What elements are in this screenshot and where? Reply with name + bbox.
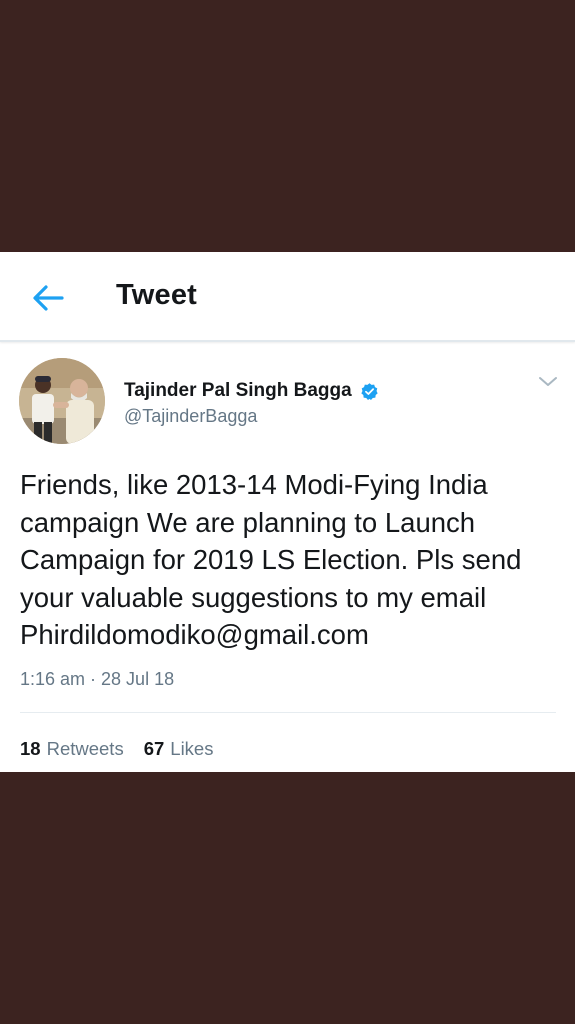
author-handle[interactable]: @TajinderBagga — [124, 406, 257, 427]
likes-stat[interactable]: 67 Likes — [144, 738, 214, 760]
page-title: Tweet — [116, 279, 198, 311]
likes-count: 67 — [143, 738, 165, 759]
avatar[interactable] — [19, 358, 105, 444]
verified-badge-icon — [361, 382, 378, 400]
arrow-left-icon — [33, 285, 64, 311]
tweet-detail-card: Tweet Tajinder Pal Singh Bagga @Tajinder… — [0, 252, 575, 772]
tweet-stats: 18 Retweets 67 Likes — [20, 738, 233, 760]
author-row: Tajinder Pal Singh Bagga — [124, 378, 379, 404]
author-name[interactable]: Tajinder Pal Singh Bagga — [124, 380, 352, 402]
tweet-timestamp: 1:16 am · 28 Jul 18 — [20, 669, 175, 689]
back-button[interactable] — [30, 282, 66, 314]
profile-photo-icon — [19, 358, 105, 444]
likes-label: Likes — [170, 738, 214, 759]
tweet-text: Friends, like 2013-14 Modi-Fying India c… — [20, 469, 522, 651]
top-bar: Tweet — [0, 252, 575, 342]
divider — [20, 712, 556, 713]
retweets-count: 18 — [20, 738, 41, 759]
retweets-label: Retweets — [46, 738, 124, 759]
tweet-menu-button[interactable] — [537, 374, 559, 390]
chevron-down-icon — [539, 377, 557, 386]
screenshot-page: Tweet Tajinder Pal Singh Bagga @Tajinder… — [0, 0, 575, 1024]
retweets-stat[interactable]: 18 Retweets — [20, 738, 124, 760]
